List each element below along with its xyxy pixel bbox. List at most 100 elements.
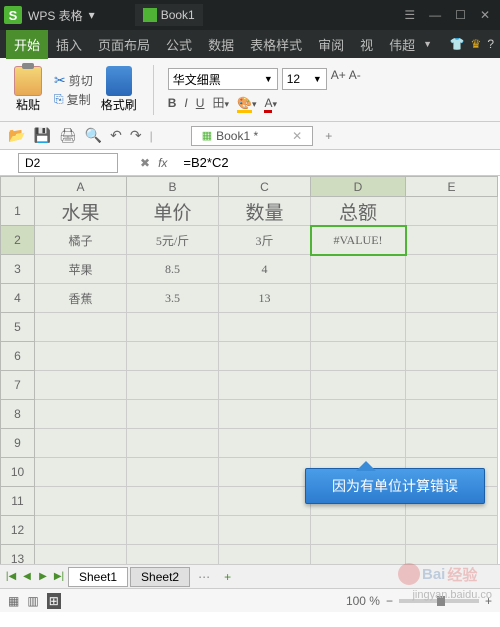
view-normal-icon[interactable]: ▦ [8, 594, 19, 608]
cell[interactable] [311, 400, 406, 429]
cell[interactable] [127, 545, 219, 565]
cell[interactable] [35, 545, 127, 565]
cut-button[interactable]: ✂剪切 [54, 72, 93, 89]
sheet-nav-last[interactable]: ▶| [52, 571, 66, 582]
print-icon[interactable]: 🖨 [59, 127, 77, 144]
preview-icon[interactable]: 🔍 [85, 127, 102, 144]
menu-view[interactable]: 视 [352, 30, 381, 59]
cell[interactable] [406, 342, 498, 371]
cell[interactable]: 3斤 [219, 226, 311, 255]
cell[interactable] [127, 313, 219, 342]
menu-more[interactable]: ▼ [423, 39, 432, 49]
menu-insert[interactable]: 插入 [48, 30, 90, 59]
cell[interactable] [35, 516, 127, 545]
col-header-A[interactable]: A [35, 177, 127, 197]
cell[interactable] [311, 284, 406, 313]
undo-icon[interactable]: ↶ [110, 127, 122, 144]
active-cell[interactable]: #VALUE! [311, 226, 406, 255]
menu-style[interactable]: 表格样式 [242, 30, 310, 59]
skin-icon[interactable]: 👕 [450, 37, 465, 51]
row-header[interactable]: 3 [1, 255, 35, 284]
sheet-tab-1[interactable]: Sheet1 [68, 567, 128, 587]
sheet-tab-2[interactable]: Sheet2 [130, 567, 190, 587]
menu-review[interactable]: 审阅 [310, 30, 352, 59]
crown-icon[interactable]: ♛ [471, 37, 482, 51]
cell[interactable] [406, 371, 498, 400]
cell[interactable] [219, 429, 311, 458]
spreadsheet-grid[interactable]: A B C D E 1水果单价数量总额 2橘子5元/斤3斤#VALUE! 3苹果… [0, 176, 500, 564]
cell[interactable] [311, 313, 406, 342]
col-header-B[interactable]: B [127, 177, 219, 197]
cell[interactable] [127, 487, 219, 516]
bold-button[interactable]: B [168, 96, 177, 110]
cell[interactable] [311, 342, 406, 371]
col-header-E[interactable]: E [406, 177, 498, 197]
cell[interactable] [35, 313, 127, 342]
cell[interactable] [219, 458, 311, 487]
cell[interactable] [311, 545, 406, 565]
menu-data[interactable]: 数据 [200, 30, 242, 59]
sheet-nav-next[interactable]: ▶ [36, 571, 50, 582]
font-name-select[interactable]: 华文细黑▼ [168, 68, 278, 90]
cell[interactable] [127, 429, 219, 458]
row-header[interactable]: 9 [1, 429, 35, 458]
row-header[interactable]: 13 [1, 545, 35, 565]
document-tab[interactable]: Book1 [135, 4, 203, 26]
cell[interactable]: 单价 [127, 197, 219, 226]
font-color-button[interactable]: A▾ [264, 96, 277, 110]
cell[interactable]: 3.5 [127, 284, 219, 313]
cell[interactable] [406, 197, 498, 226]
zoom-in-button[interactable]: + [485, 594, 492, 608]
format-painter-button[interactable]: 格式刷 [99, 66, 139, 113]
minimize-icon[interactable]: — [429, 8, 441, 22]
cell[interactable]: 总额 [311, 197, 406, 226]
cell[interactable] [406, 429, 498, 458]
zoom-out-button[interactable]: − [386, 594, 393, 608]
cell[interactable] [35, 458, 127, 487]
dropdown-arrow[interactable]: ▾ [89, 8, 95, 22]
cell[interactable] [35, 371, 127, 400]
cell[interactable] [406, 400, 498, 429]
cell[interactable] [311, 371, 406, 400]
cell[interactable] [219, 371, 311, 400]
paste-button[interactable]: 粘贴 [8, 66, 48, 113]
cell[interactable] [127, 342, 219, 371]
fill-color-button[interactable]: 🎨▾ [237, 96, 256, 110]
menu-home[interactable]: 开始 [6, 30, 48, 59]
copy-button[interactable]: ⎘复制 [54, 91, 93, 108]
menu-extra[interactable]: 伟超 [381, 30, 423, 59]
redo-icon[interactable]: ↷ [130, 127, 142, 144]
cell[interactable]: 数量 [219, 197, 311, 226]
cell[interactable] [219, 545, 311, 565]
cell[interactable] [219, 487, 311, 516]
row-header[interactable]: 11 [1, 487, 35, 516]
view-page-icon[interactable]: ▥ [27, 594, 38, 608]
cell[interactable] [219, 400, 311, 429]
cell[interactable] [35, 487, 127, 516]
cell[interactable]: 水果 [35, 197, 127, 226]
maximize-icon[interactable]: ☐ [455, 8, 466, 22]
italic-button[interactable]: I [184, 96, 187, 110]
cell[interactable]: 香蕉 [35, 284, 127, 313]
cell[interactable] [127, 400, 219, 429]
cell[interactable] [406, 226, 498, 255]
cell[interactable]: 5元/斤 [127, 226, 219, 255]
cell[interactable]: 13 [219, 284, 311, 313]
increase-font-button[interactable]: A+ [331, 68, 346, 90]
cell[interactable] [406, 516, 498, 545]
row-header[interactable]: 7 [1, 371, 35, 400]
cell[interactable]: 橘子 [35, 226, 127, 255]
row-header[interactable]: 2 [1, 226, 35, 255]
cell[interactable] [35, 342, 127, 371]
sheet-nav-prev[interactable]: ◀ [20, 571, 34, 582]
col-header-D[interactable]: D [311, 177, 406, 197]
open-icon[interactable]: 📂 [8, 127, 25, 144]
cell[interactable] [311, 516, 406, 545]
fx-icon[interactable]: fx [158, 156, 167, 170]
cell[interactable] [406, 313, 498, 342]
add-sheet-button[interactable]: + [218, 570, 237, 584]
cell[interactable] [311, 255, 406, 284]
row-header[interactable]: 1 [1, 197, 35, 226]
cell[interactable] [219, 313, 311, 342]
close-tab-icon[interactable]: ✕ [292, 129, 302, 143]
